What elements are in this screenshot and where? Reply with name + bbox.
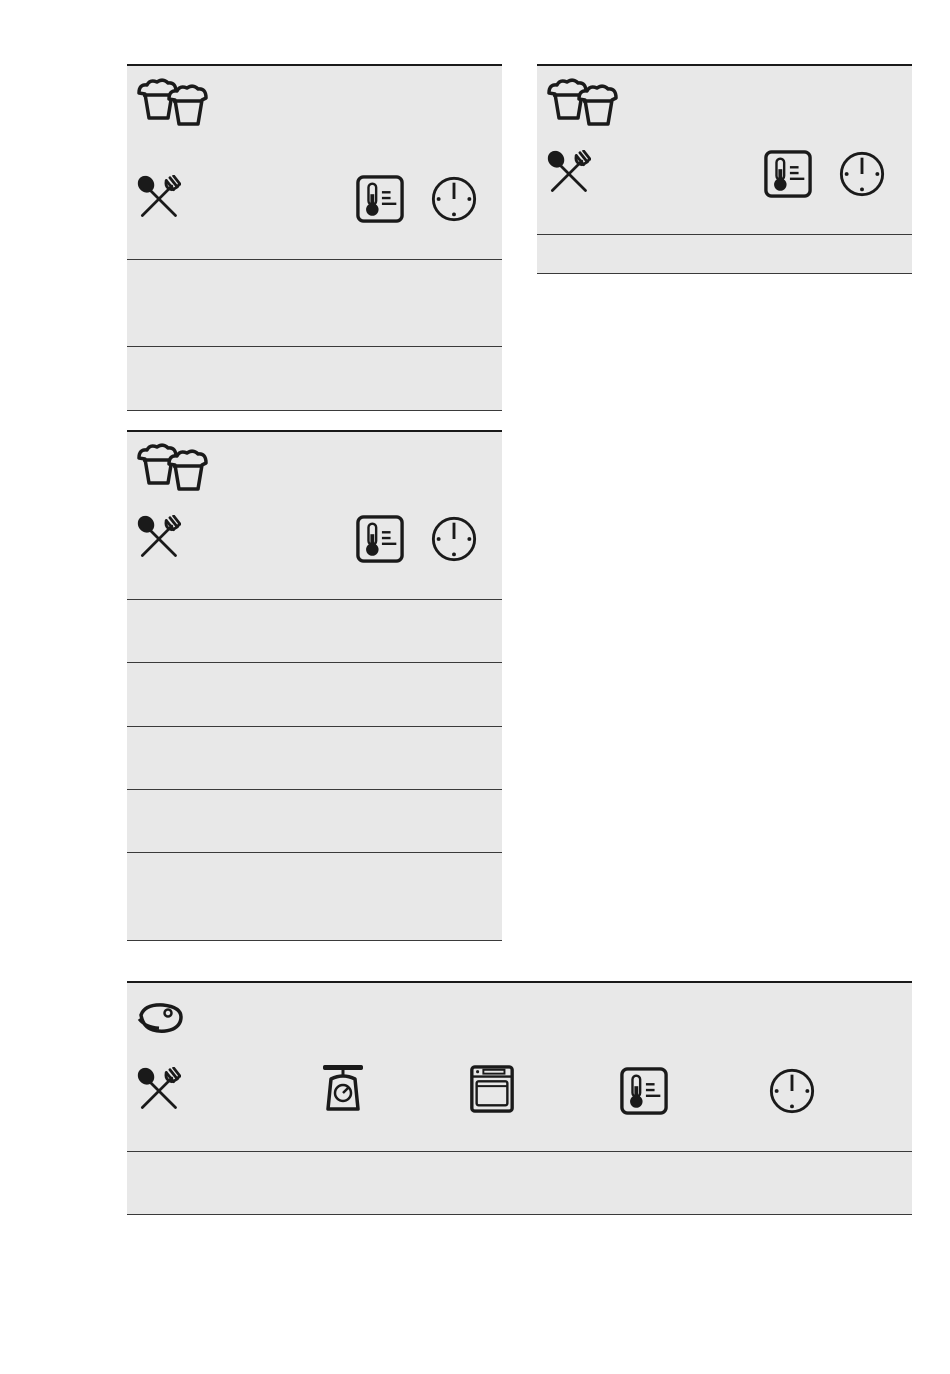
table-header-category: [127, 430, 502, 504]
thermometer-icon: [620, 1067, 668, 1115]
oven-icon: [468, 1065, 516, 1113]
cupcakes-icon: [135, 442, 215, 492]
thermometer-icon: [764, 150, 812, 198]
spoon-fork-icon: [135, 515, 181, 561]
thermometer-icon: [356, 175, 404, 223]
table-header-columns: [537, 138, 912, 235]
table-meat: [127, 981, 912, 1217]
table-row: [127, 663, 502, 727]
table-header-columns: [127, 163, 502, 260]
table-row: [127, 347, 502, 411]
table-header-columns: [127, 1055, 912, 1152]
table-row: [127, 1152, 912, 1215]
table-row: [127, 600, 502, 663]
spoon-fork-icon: [135, 175, 181, 221]
kitchen-scale-icon: [318, 1063, 368, 1113]
spoon-fork-icon: [135, 1067, 181, 1113]
steak-icon: [135, 1001, 185, 1037]
table-header-columns: [127, 503, 502, 600]
spoon-fork-icon: [545, 150, 591, 196]
cupcakes-icon: [545, 77, 625, 127]
clock-icon: [430, 515, 478, 563]
clock-icon: [838, 150, 886, 198]
table-row: [537, 235, 912, 274]
table-row: [127, 260, 502, 347]
cupcakes-icon: [135, 77, 215, 127]
clock-icon: [430, 175, 478, 223]
table-cakes-3: [537, 64, 912, 275]
thermometer-icon: [356, 515, 404, 563]
table-header-category: [127, 981, 912, 1056]
clock-icon: [768, 1067, 816, 1115]
table-header-category: [537, 64, 912, 139]
table-cakes-2: [127, 430, 502, 942]
table-cakes-1: [127, 64, 502, 411]
table-row: [127, 727, 502, 790]
table-header-category: [127, 64, 502, 164]
table-row: [127, 853, 502, 941]
table-row: [127, 790, 502, 853]
